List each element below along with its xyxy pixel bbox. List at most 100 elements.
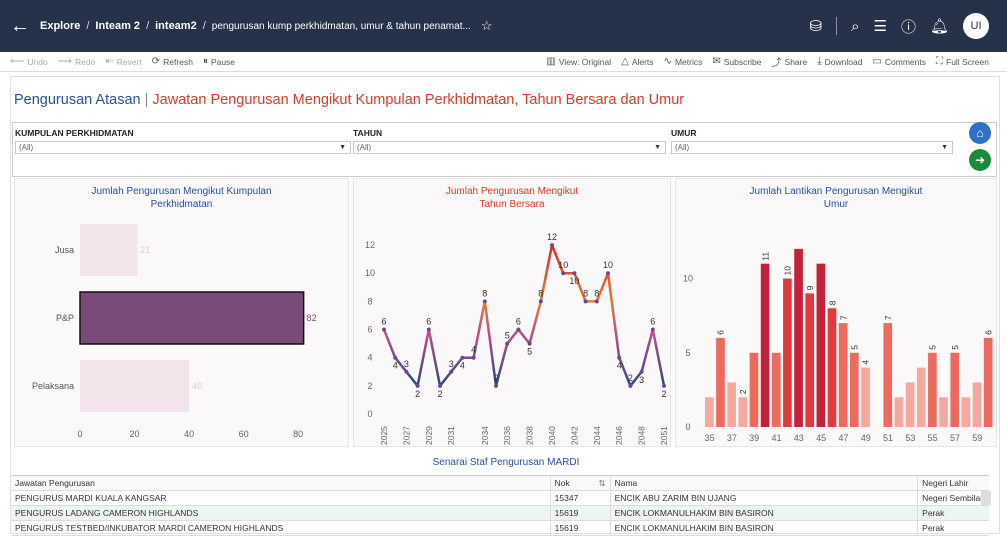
x-tick-label: 53 (905, 433, 915, 443)
help-icon[interactable]: ⓘ (901, 16, 916, 37)
y-tick-label: 10 (365, 268, 375, 278)
favorite-star-icon[interactable]: ☆ (481, 18, 493, 34)
toolbar-label: Refresh (163, 56, 193, 67)
breadcrumb-explore[interactable]: Explore (40, 20, 80, 32)
x-tick-label: 47 (838, 433, 848, 443)
table-row[interactable]: PENGURUS MARDI KUALA KANGSAR 15347 ENCIK A… (11, 490, 989, 506)
filter-kumpulan: KUMPULAN PERKHIDMATAN (All) ▼ (15, 128, 351, 154)
staff-table: Jawatan Pengurusan Nok ⇅ Nama Negeri Lahi… (11, 475, 989, 536)
chart-title: Jumlah Lantikan Pengurusan Mengikut Umur (749, 186, 923, 210)
column-header[interactable]: Negeri Lahir (917, 475, 989, 491)
data-label: 5 (527, 347, 532, 357)
chart-title: Jumlah Pengurusan Mengikut Kumpulan Perk… (91, 186, 272, 210)
chevron-down-icon: ▼ (941, 144, 948, 151)
chevron-down-icon: ▼ (339, 144, 346, 151)
data-point (482, 299, 487, 304)
pause-icon: ⏸ (202, 56, 208, 67)
full-screen-button[interactable]: ⛶ Full Screen (936, 54, 989, 69)
filter-value: (All) (19, 143, 34, 152)
data-label: 2 (628, 373, 633, 383)
data-label: 6 (983, 330, 993, 335)
data-source-icon[interactable]: ⛁ (810, 17, 823, 35)
data-label: 8 (594, 288, 599, 298)
breadcrumb-workbook[interactable]: inteam2 (155, 20, 197, 32)
divider (836, 17, 838, 35)
data-label: 10 (603, 260, 613, 270)
filter-umur-dropdown[interactable]: (All) ▼ (671, 141, 953, 154)
data-label: 8 (583, 288, 588, 298)
share-button[interactable]: ⤴ Share (772, 54, 808, 70)
data-label: 2 (437, 389, 442, 399)
download-button[interactable]: ⤓ Download (817, 54, 862, 69)
back-arrow-icon[interactable]: ← (0, 15, 40, 38)
column-header[interactable]: Jawatan Pengurusan (11, 475, 551, 491)
table-row[interactable]: PENGURUS LADANG CAMERON HIGHLANDS 15619 EN… (11, 505, 989, 521)
table-cell: 15619 (549, 505, 611, 521)
chart-title: Jumlah Pengurusan Mengikut Tahun Bersara (445, 186, 579, 210)
filter-kumpulan-dropdown[interactable]: (All) ▼ (15, 141, 351, 154)
alerts-button[interactable]: △ Alerts (621, 54, 653, 69)
x-tick-label: 2040 (547, 426, 557, 445)
data-point (561, 271, 566, 276)
x-tick-label: 2044 (592, 426, 602, 445)
table-cell: PENGURUS LADANG CAMERON HIGHLANDS (11, 505, 551, 521)
bar-age-39 (749, 352, 759, 427)
chart-kumpulan-panel: Jumlah Pengurusan Mengikut Kumpulan Perk… (14, 178, 349, 447)
data-point (650, 327, 655, 332)
data-label: 4 (617, 361, 622, 371)
x-tick-label: 2031 (446, 426, 456, 445)
data-label: 9 (805, 285, 815, 290)
x-tick-label: 59 (972, 433, 982, 443)
subscribe-button[interactable]: ✉ Subscribe (712, 54, 761, 69)
undo-button[interactable]: ⟵ Undo (10, 56, 48, 67)
table-cell: PENGURUS TESTBED/INKUBATOR MARDI CAMERON… (11, 520, 551, 536)
data-point (404, 369, 409, 374)
redo-button[interactable]: ⟶ Redo (58, 56, 96, 67)
breadcrumb-project[interactable]: Inteam 2 (95, 20, 140, 32)
home-icon[interactable]: ⌂ (969, 122, 991, 144)
comments-button[interactable]: ▭ Comments (872, 54, 926, 69)
title-subtitle: Jawatan Pengurusan Mengikut Kumpulan Per… (152, 92, 685, 108)
y-tick-label: 0 (367, 409, 372, 419)
view-original-button[interactable]: ▥ View: Original (546, 54, 611, 69)
filter-tahun-dropdown[interactable]: (All) ▼ (353, 141, 666, 154)
bar-age-45 (816, 263, 826, 427)
x-tick-label: 37 (727, 433, 737, 443)
avatar[interactable]: UI (963, 13, 989, 39)
dashboard: Pengurusan Atasan | Jawatan Pengurusan M… (10, 76, 1000, 536)
data-label: 6 (426, 317, 431, 327)
data-label: 6 (381, 317, 386, 327)
new-content-icon[interactable]: ☰ (873, 17, 886, 35)
refresh-button[interactable]: ⟳ Refresh (152, 56, 193, 67)
table-row[interactable]: PENGURUS TESTBED/INKUBATOR MARDI CAMERON… (11, 520, 989, 536)
data-label: 4 (393, 361, 398, 371)
data-point (527, 341, 532, 346)
alert-icon: △ (621, 56, 629, 67)
search-icon[interactable]: ⌕ (851, 18, 859, 35)
x-tick-label: 41 (771, 433, 781, 443)
metrics-button[interactable]: ∿ Metrics (664, 54, 703, 69)
pause-button[interactable]: ⏸ Pause (203, 56, 235, 67)
forward-arrow-icon[interactable]: ➜ (969, 149, 991, 171)
notification-bell-icon[interactable]: 🔔︎ (930, 17, 949, 35)
undo-icon: ⟵ (10, 56, 25, 67)
bar-age-41 (771, 352, 781, 427)
column-header[interactable]: Nama (609, 475, 918, 491)
bar-age-38 (738, 397, 748, 427)
data-point (617, 355, 622, 360)
filter-label: KUMPULAN PERKHIDMATAN (15, 128, 134, 138)
filter-value: (All) (675, 143, 690, 152)
revert-button[interactable]: ⇤ Revert (105, 56, 141, 67)
data-point (550, 243, 554, 248)
toolbar-label: Metrics (674, 56, 703, 67)
y-tick-label: 2 (367, 381, 372, 391)
column-header[interactable]: Nok ⇅ (549, 475, 611, 491)
data-point (382, 327, 386, 332)
table-scrollbar[interactable] (981, 491, 991, 505)
comments-icon: ▭ (872, 56, 882, 67)
data-point (415, 383, 420, 388)
sort-icon[interactable]: ⇅ (598, 478, 605, 489)
title-section: Pengurusan Atasan (14, 92, 141, 108)
data-label: 7 (883, 315, 893, 320)
table-cell: Perak (917, 520, 989, 536)
